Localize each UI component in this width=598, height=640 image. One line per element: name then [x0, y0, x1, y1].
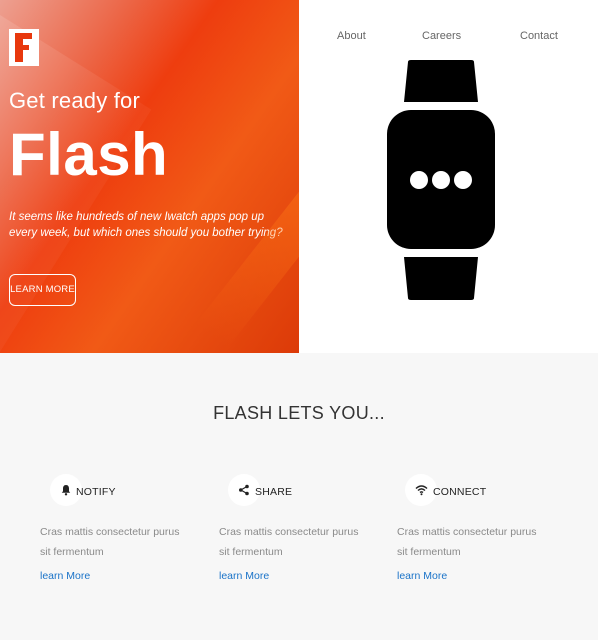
feature-description: Cras mattis consectetur purus sit fermen… — [397, 526, 537, 558]
logo-letter-f — [15, 33, 32, 62]
feature-label: CONNECT — [433, 486, 487, 498]
hero-banner: Get ready for Flash It seems like hundre… — [0, 0, 299, 353]
learn-more-link[interactable]: learn More — [397, 570, 567, 582]
nav-item-careers[interactable]: Careers — [422, 30, 461, 42]
smartwatch-icon — [387, 60, 495, 300]
feature-label: NOTIFY — [76, 486, 116, 498]
feature-header: SHARE — [219, 474, 389, 510]
learn-more-button[interactable]: LEARN MORE — [9, 274, 76, 306]
feature-description: Cras mattis consectetur purus sit fermen… — [40, 526, 180, 558]
hero-section: Get ready for Flash It seems like hundre… — [0, 0, 598, 353]
learn-more-link[interactable]: learn More — [219, 570, 389, 582]
learn-more-link[interactable]: learn More — [40, 570, 210, 582]
flash-logo[interactable] — [9, 29, 39, 66]
watch-dot — [432, 171, 450, 189]
feature-notify: NOTIFY Cras mattis consectetur purus sit… — [40, 474, 210, 582]
feature-label: SHARE — [255, 486, 293, 498]
feature-header: NOTIFY — [40, 474, 210, 510]
hero-title: Flash — [9, 121, 169, 188]
feature-share: SHARE Cras mattis consectetur purus sit … — [219, 474, 389, 582]
watch-dot — [410, 171, 428, 189]
features-title: FLASH LETS YOU... — [213, 403, 385, 423]
hero-pretitle: Get ready for — [9, 88, 140, 113]
nav-item-about[interactable]: About — [337, 30, 366, 42]
feature-connect: CONNECT Cras mattis consectetur purus si… — [397, 474, 567, 582]
watch-dot — [454, 171, 472, 189]
feature-header: CONNECT — [397, 474, 567, 510]
hero-tagline: It seems like hundreds of new Iwatch app… — [9, 211, 283, 239]
nav-item-contact[interactable]: Contact — [520, 30, 558, 42]
feature-description: Cras mattis consectetur purus sit fermen… — [219, 526, 359, 558]
